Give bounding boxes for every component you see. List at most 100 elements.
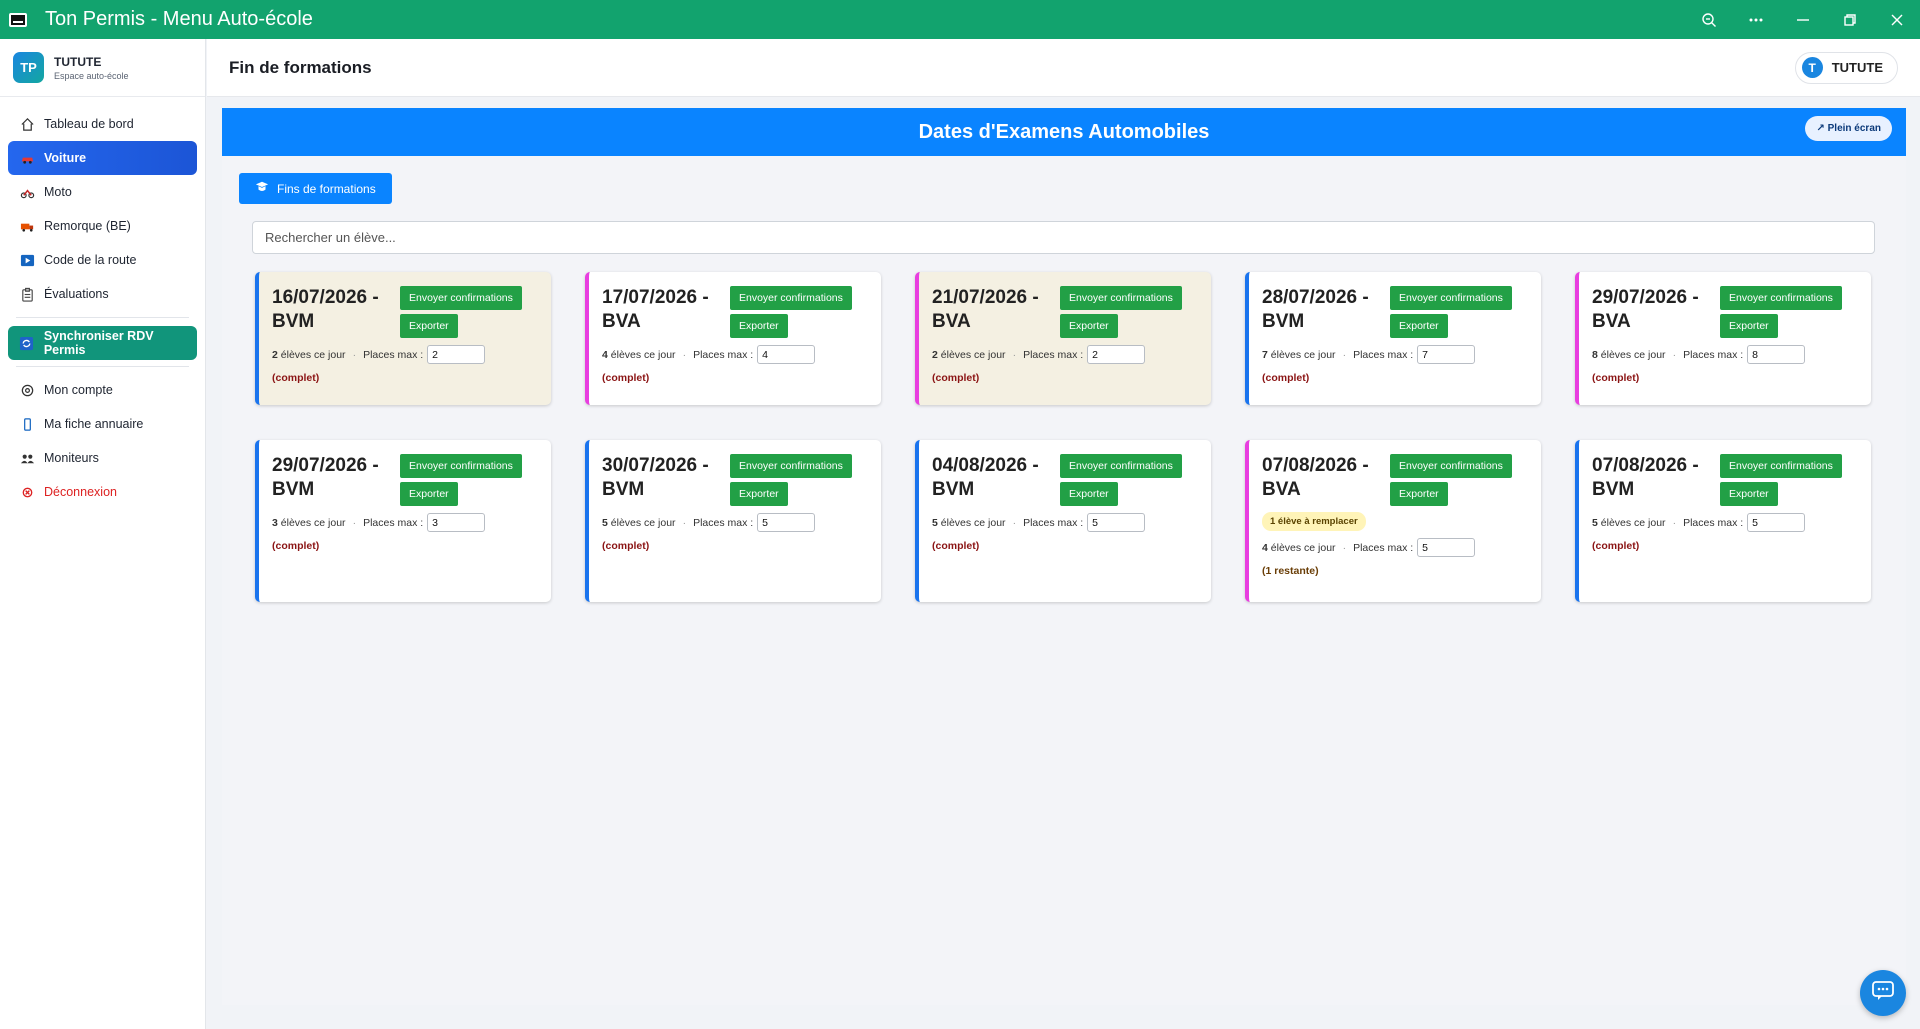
- students-count: 3: [272, 516, 278, 529]
- send-confirmations-button[interactable]: Envoyer confirmations: [1390, 454, 1512, 478]
- send-confirmations-button[interactable]: Envoyer confirmations: [1720, 286, 1842, 310]
- brand-logo: TP: [13, 52, 44, 83]
- export-button[interactable]: Exporter: [400, 314, 458, 338]
- more-icon[interactable]: [1732, 0, 1779, 39]
- sidebar: TP TUTUTE Espace auto-école Tableau de b…: [0, 39, 206, 1029]
- divider: [16, 366, 189, 367]
- students-count: 2: [932, 348, 938, 361]
- send-confirmations-button[interactable]: Envoyer confirmations: [1060, 454, 1182, 478]
- status-text: (complet): [1262, 372, 1310, 384]
- restore-icon[interactable]: [1826, 0, 1873, 39]
- clipboard-icon: [19, 286, 35, 302]
- places-max-input[interactable]: [1087, 513, 1146, 532]
- status-text: (complet): [272, 372, 320, 384]
- user-menu[interactable]: T TUTUTE: [1794, 51, 1898, 84]
- students-count: 5: [1592, 516, 1598, 529]
- exam-card-title: 28/07/2026 - BVM: [1262, 287, 1369, 332]
- places-max-input[interactable]: [427, 345, 486, 364]
- sidebar-item-mon-compte[interactable]: Mon compte: [8, 373, 197, 407]
- status-text: (complet): [932, 540, 980, 552]
- places-max-input[interactable]: [1417, 345, 1476, 364]
- students-count: 4: [602, 348, 608, 361]
- send-confirmations-button[interactable]: Envoyer confirmations: [730, 286, 852, 310]
- students-label: élèves ce jour: [280, 348, 346, 361]
- export-button[interactable]: Exporter: [1720, 482, 1778, 506]
- sidebar-item-label: Remorque (BE): [44, 219, 131, 233]
- sidebar-item-moniteurs[interactable]: Moniteurs: [8, 441, 197, 475]
- fullscreen-button[interactable]: ↗ Plein écran: [1805, 116, 1892, 141]
- places-max-label: Places max :: [693, 516, 754, 529]
- students-label: élèves ce jour: [1270, 541, 1336, 554]
- exam-card-title: 04/08/2026 - BVM: [932, 455, 1039, 500]
- sidebar-item-tableau-de-bord[interactable]: Tableau de bord: [8, 107, 197, 141]
- send-confirmations-button[interactable]: Envoyer confirmations: [1060, 286, 1182, 310]
- close-icon[interactable]: [1873, 0, 1920, 39]
- avatar: T: [1801, 57, 1823, 78]
- zoom-icon[interactable]: [1685, 0, 1732, 39]
- places-max-label: Places max :: [1023, 516, 1084, 529]
- exam-card: 04/08/2026 - BVM Envoyer confirmations E…: [915, 440, 1211, 602]
- sidebar-item-deconnexion[interactable]: Déconnexion: [8, 475, 197, 509]
- places-max-input[interactable]: [757, 345, 816, 364]
- places-max-label: Places max :: [1683, 516, 1744, 529]
- brand: TP TUTUTE Espace auto-école: [0, 39, 205, 97]
- sidebar-item-evaluations[interactable]: Évaluations: [8, 277, 197, 311]
- export-button[interactable]: Exporter: [400, 482, 458, 506]
- students-label: élèves ce jour: [610, 348, 676, 361]
- export-button[interactable]: Exporter: [1060, 314, 1118, 338]
- places-max-label: Places max :: [1353, 541, 1414, 554]
- send-confirmations-button[interactable]: Envoyer confirmations: [730, 454, 852, 478]
- export-button[interactable]: Exporter: [1720, 314, 1778, 338]
- sidebar-item-label: Ma fiche annuaire: [44, 417, 144, 431]
- exam-card-title: 29/07/2026 - BVM: [272, 455, 379, 500]
- students-label: élèves ce jour: [940, 348, 1006, 361]
- send-confirmations-button[interactable]: Envoyer confirmations: [1720, 454, 1842, 478]
- export-button[interactable]: Exporter: [1390, 314, 1448, 338]
- app-icon: [9, 12, 27, 27]
- places-max-input[interactable]: [1747, 345, 1806, 364]
- sidebar-item-label: Évaluations: [44, 287, 109, 301]
- places-max-input[interactable]: [427, 513, 486, 532]
- students-label: élèves ce jour: [1600, 516, 1666, 529]
- students-label: élèves ce jour: [940, 516, 1006, 529]
- sidebar-item-label: Code de la route: [44, 253, 137, 267]
- send-confirmations-button[interactable]: Envoyer confirmations: [400, 454, 522, 478]
- fins-de-formations-button[interactable]: Fins de formations: [239, 173, 392, 204]
- status-text: (complet): [1592, 540, 1640, 552]
- sync-rdv-button[interactable]: Synchroniser RDV Permis: [8, 326, 197, 360]
- export-button[interactable]: Exporter: [730, 482, 788, 506]
- chat-button[interactable]: [1860, 970, 1906, 1016]
- status-text: (complet): [272, 540, 320, 552]
- exam-card: 07/08/2026 - BVA Envoyer confirmations E…: [1245, 440, 1541, 602]
- places-max-input[interactable]: [1747, 513, 1806, 532]
- send-confirmations-button[interactable]: Envoyer confirmations: [1390, 286, 1512, 310]
- meta-separator: ·: [1012, 348, 1017, 361]
- places-max-label: Places max :: [1683, 348, 1744, 361]
- minimize-icon[interactable]: [1779, 0, 1826, 39]
- sidebar-item-fiche-annuaire[interactable]: Ma fiche annuaire: [8, 407, 197, 441]
- export-button[interactable]: Exporter: [730, 314, 788, 338]
- places-max-input[interactable]: [1087, 345, 1146, 364]
- export-button[interactable]: Exporter: [1060, 482, 1118, 506]
- places-max-input[interactable]: [757, 513, 816, 532]
- search-input[interactable]: [252, 221, 1875, 254]
- sidebar-item-voiture[interactable]: Voiture: [8, 141, 197, 175]
- places-max-label: Places max :: [1023, 348, 1084, 361]
- sidebar-item-label: Moniteurs: [44, 451, 99, 465]
- sidebar-item-remorque[interactable]: Remorque (BE): [8, 209, 197, 243]
- send-confirmations-button[interactable]: Envoyer confirmations: [400, 286, 522, 310]
- sidebar-item-code-de-la-route[interactable]: Code de la route: [8, 243, 197, 277]
- meta-separator: ·: [352, 348, 357, 361]
- exam-card: 07/08/2026 - BVM Envoyer confirmations E…: [1575, 440, 1871, 602]
- exam-card-title: 17/07/2026 - BVA: [602, 287, 709, 332]
- phone-icon: [19, 416, 35, 432]
- export-button[interactable]: Exporter: [1390, 482, 1448, 506]
- truck-icon: [19, 218, 35, 234]
- sidebar-item-label: Tableau de bord: [44, 117, 134, 131]
- meta-separator: ·: [682, 348, 687, 361]
- window-controls: [1685, 0, 1920, 39]
- places-max-input[interactable]: [1417, 538, 1476, 557]
- students-label: élèves ce jour: [280, 516, 346, 529]
- exam-card: 28/07/2026 - BVM Envoyer confirmations E…: [1245, 272, 1541, 405]
- sidebar-item-moto[interactable]: Moto: [8, 175, 197, 209]
